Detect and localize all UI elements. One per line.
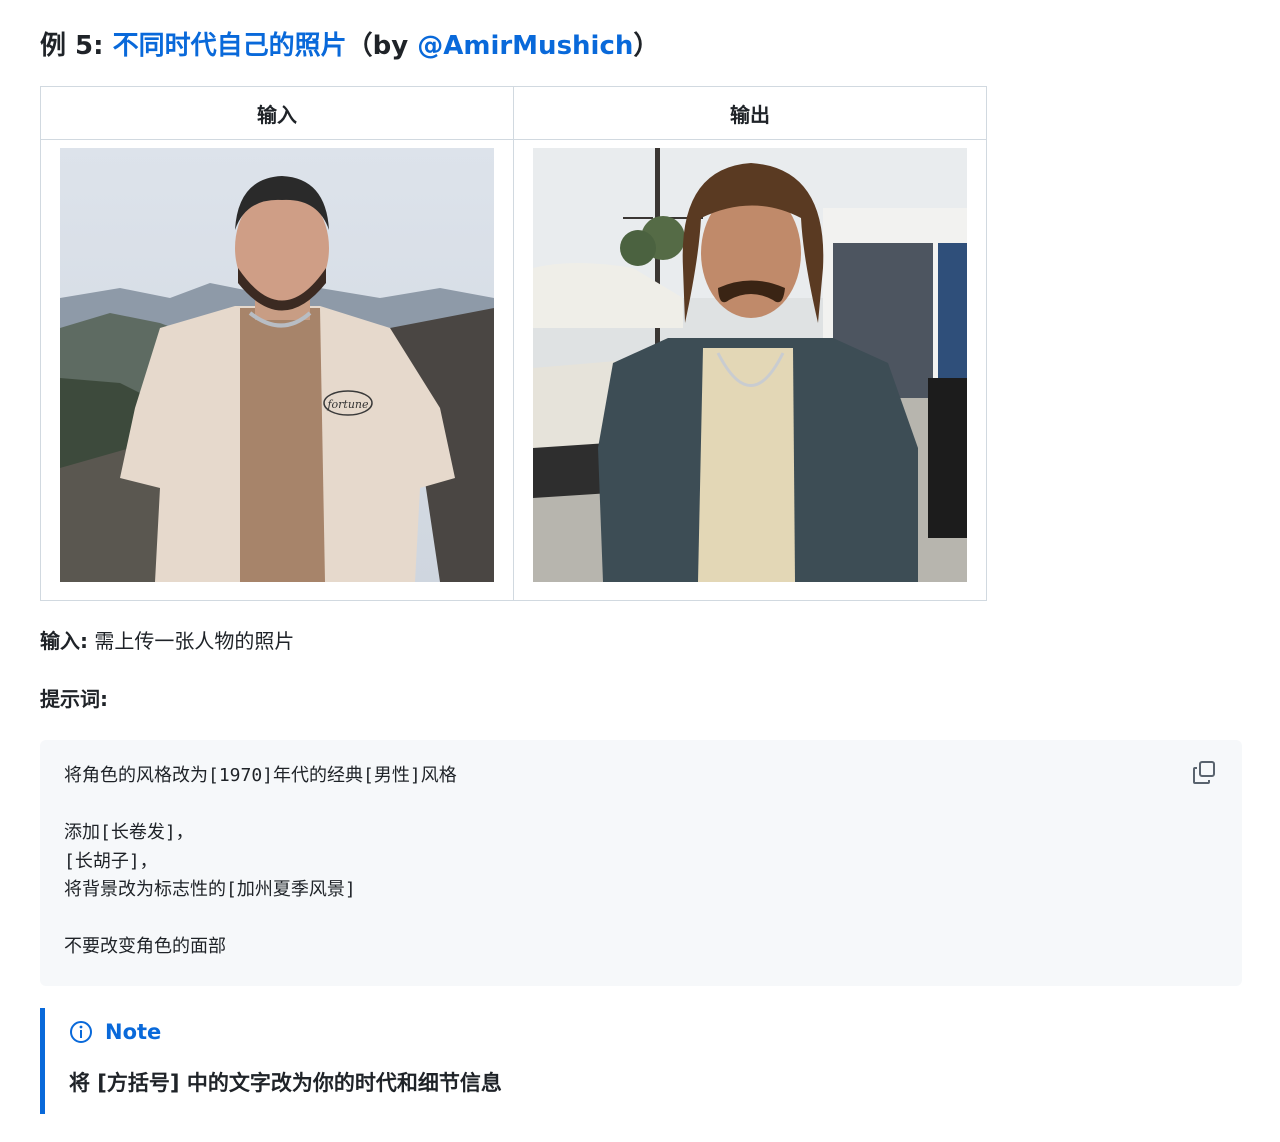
prompt-code-text: 将角色的风格改为[1970]年代的经典[男性]风格 添加[长卷发]， [长胡子]… bbox=[64, 765, 457, 957]
shirt-logo-text: fortune bbox=[326, 398, 369, 411]
note-body: 将 [方括号] 中的文字改为你的时代和细节信息 bbox=[69, 1071, 502, 1095]
info-icon bbox=[70, 1021, 92, 1043]
code-block: 将角色的风格改为[1970]年代的经典[男性]风格 添加[长卷发]， [长胡子]… bbox=[40, 740, 1242, 986]
heading-open-paren: （by bbox=[346, 31, 418, 61]
input-requirement: 输入: 需上传一张人物的照片 bbox=[40, 626, 294, 656]
table-row: fortune bbox=[40, 139, 987, 601]
input-cell: fortune bbox=[40, 139, 514, 601]
heading-prefix: 例 5: bbox=[40, 31, 113, 61]
table-header-row: 输入 输出 bbox=[40, 86, 987, 140]
input-text: 需上传一张人物的照片 bbox=[88, 629, 295, 653]
prompt-label-text: 提示词: bbox=[40, 687, 108, 711]
output-photo bbox=[533, 148, 967, 582]
input-label: 输入: bbox=[40, 629, 88, 653]
prompt-label: 提示词: bbox=[40, 684, 108, 714]
note-title: Note bbox=[105, 1020, 162, 1044]
note-callout: Note 将 [方括号] 中的文字改为你的时代和细节信息 bbox=[40, 1008, 1145, 1114]
note-header: Note bbox=[69, 1018, 161, 1046]
header-output: 输出 bbox=[513, 86, 987, 140]
comparison-table: 输入 输出 fortune bbox=[40, 86, 987, 601]
input-photo: fortune bbox=[60, 148, 494, 582]
header-input: 输入 bbox=[40, 86, 514, 140]
author-link[interactable]: @AmirMushich bbox=[417, 31, 633, 61]
section-heading: 例 5: 不同时代自己的照片（by @AmirMushich） bbox=[40, 26, 659, 66]
heading-close-paren: ） bbox=[633, 31, 660, 61]
output-cell bbox=[513, 139, 987, 601]
title-link[interactable]: 不同时代自己的照片 bbox=[113, 31, 347, 61]
copy-icon[interactable] bbox=[1192, 760, 1218, 786]
